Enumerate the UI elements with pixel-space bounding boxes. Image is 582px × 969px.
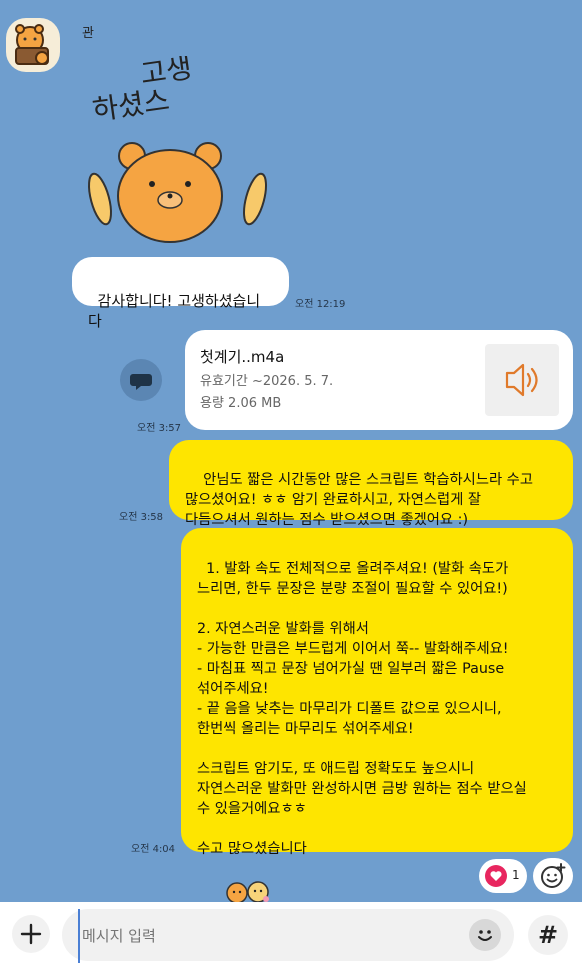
svg-text:하셨스: 하셨스	[90, 83, 171, 126]
plus-icon	[20, 923, 42, 945]
file-name: 첫계기..m4a	[200, 348, 285, 366]
message-time: 오전 12:19	[295, 299, 346, 310]
audio-file-card[interactable]: 첫계기..m4a 유효기간 ~2026. 5. 7. 용량 2.06 MB	[185, 330, 573, 430]
share-speech-icon	[130, 374, 152, 390]
add-reaction-button[interactable]	[533, 858, 573, 894]
message-text: 1. 발화 속도 전체적으로 올려주셔요! (발화 속도가 느리면, 한두 문장…	[197, 561, 527, 857]
bear-avatar-icon	[15, 24, 49, 65]
emoji-icon	[478, 930, 492, 941]
file-size: 용량 2.06 MB	[200, 396, 282, 411]
emoji-button[interactable]	[469, 919, 501, 951]
share-button[interactable]	[120, 359, 162, 401]
sent-message-bubble[interactable]: 1. 발화 속도 전체적으로 올려주셔요! (발화 속도가 느리면, 한두 문장…	[181, 528, 573, 904]
file-time: 오전 3:57	[137, 423, 182, 434]
bear-sticker[interactable]: 고생 하셨스	[80, 51, 280, 246]
heart-icon	[485, 865, 507, 887]
hash-button[interactable]: #	[528, 915, 568, 955]
message-input-container[interactable]	[62, 909, 514, 963]
message-text: 안님도 짧은 시간동안 많은 스크립트 학습하시느라 수고 많으셨어요! ㅎㅎ …	[185, 472, 533, 528]
heart-reaction-button[interactable]: 1	[479, 859, 527, 893]
sent-message-bubble[interactable]: 안님도 짧은 시간동안 많은 스크립트 학습하시느라 수고 많으셨어요! ㅎㅎ …	[169, 440, 573, 528]
file-expiry: 유효기간 ~2026. 5. 7.	[200, 374, 334, 389]
file-thumbnail	[485, 344, 559, 416]
message-text: 감사합니다! 고생하셨습니다	[88, 292, 261, 330]
sender-avatar[interactable]	[6, 18, 60, 72]
bear-sticker-image: 고생 하셨스	[88, 51, 267, 243]
hash-icon: #	[537, 921, 559, 949]
message-time: 오전 3:58	[119, 512, 164, 523]
heart-count: 1	[512, 868, 520, 882]
attach-button[interactable]	[12, 915, 50, 953]
message-input[interactable]	[78, 909, 464, 963]
received-message-bubble[interactable]: 감사합니다! 고생하셨습니다	[72, 257, 289, 330]
speaker-icon	[505, 363, 538, 397]
sender-name: 관	[82, 26, 94, 41]
message-time: 오전 4:04	[131, 844, 176, 855]
add-emoji-icon	[541, 863, 566, 888]
